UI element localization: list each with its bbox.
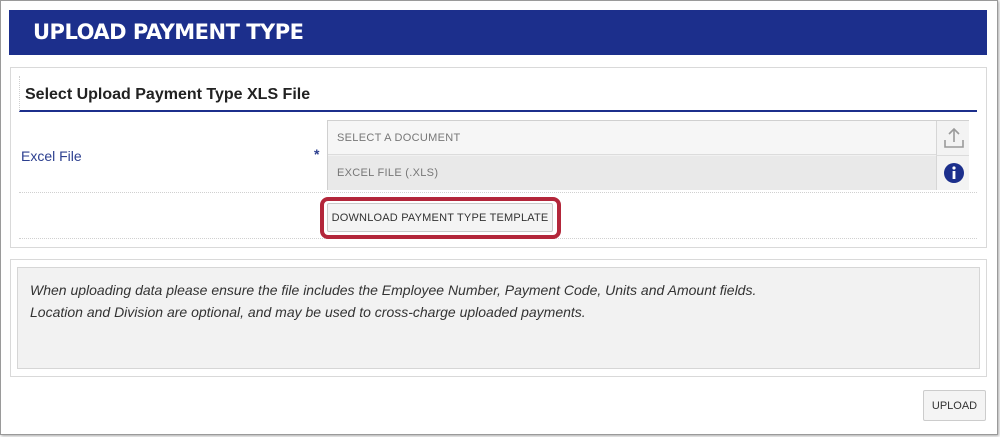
excel-file-input[interactable]: SELECT A DOCUMENT EXCEL FILE (.XLS) xyxy=(327,120,969,190)
upload-button[interactable]: UPLOAD xyxy=(923,390,986,421)
upload-payment-type-window: UPLOAD PAYMENT TYPE Select Upload Paymen… xyxy=(0,0,998,435)
section-title: Select Upload Payment Type XLS File xyxy=(25,86,311,103)
info-panel: When uploading data please ensure the fi… xyxy=(10,259,987,377)
download-template-button[interactable]: DOWNLOAD PAYMENT TYPE TEMPLATE xyxy=(327,203,553,232)
info-message: When uploading data please ensure the fi… xyxy=(17,267,980,369)
info-icon xyxy=(944,163,964,183)
section-header: Select Upload Payment Type XLS File xyxy=(19,76,977,112)
excel-file-row: Excel File * SELECT A DOCUMENT EXCEL FIL… xyxy=(19,118,977,193)
upload-icon-button[interactable] xyxy=(936,121,969,156)
file-type-hint: EXCEL FILE (.XLS) xyxy=(328,156,936,190)
upload-form-panel: Select Upload Payment Type XLS File Exce… xyxy=(10,67,987,248)
page-header: UPLOAD PAYMENT TYPE xyxy=(9,10,987,55)
upload-icon xyxy=(944,127,964,148)
download-template-row: DOWNLOAD PAYMENT TYPE TEMPLATE xyxy=(19,194,977,239)
info-icon-button[interactable] xyxy=(936,156,969,190)
required-marker: * xyxy=(314,146,320,162)
select-document-field[interactable]: SELECT A DOCUMENT xyxy=(328,121,936,155)
page-title: UPLOAD PAYMENT TYPE xyxy=(33,20,304,44)
info-line-1: When uploading data please ensure the fi… xyxy=(30,282,757,298)
info-line-2: Location and Division are optional, and … xyxy=(30,304,586,320)
excel-file-label: Excel File xyxy=(21,148,82,164)
